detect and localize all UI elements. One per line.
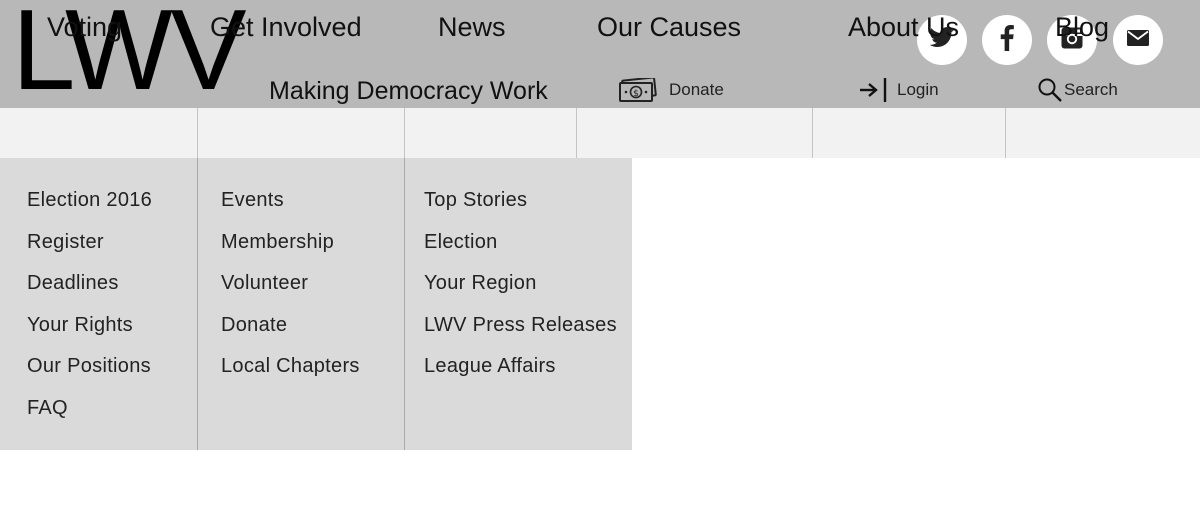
- nav-our-causes[interactable]: Our Causes: [597, 0, 741, 50]
- nav-voting[interactable]: Voting: [47, 0, 122, 50]
- nav-divider: [404, 108, 405, 158]
- svg-text:$: $: [633, 89, 639, 99]
- dropdown-item-membership[interactable]: Membership: [221, 228, 360, 270]
- dropdown-item-faq[interactable]: FAQ: [27, 394, 152, 436]
- nav-divider: [1005, 108, 1006, 158]
- main-nav: [0, 108, 1200, 158]
- dropdown-news-list: Top Stories Election Your Region LWV Pre…: [424, 186, 617, 394]
- email-icon: [1126, 29, 1150, 52]
- dropdown-item-election[interactable]: Election: [424, 228, 617, 270]
- search-link[interactable]: Search: [1037, 77, 1118, 103]
- email-button[interactable]: [1113, 15, 1163, 65]
- facebook-button[interactable]: [982, 15, 1032, 65]
- dropdown-item-top-stories[interactable]: Top Stories: [424, 186, 617, 228]
- facebook-icon: [1000, 24, 1014, 56]
- dropdown-divider: [404, 158, 405, 450]
- dropdown-item-league-affairs[interactable]: League Affairs: [424, 352, 617, 394]
- dropdown-item-our-positions[interactable]: Our Positions: [27, 352, 152, 394]
- dropdown-item-local-chapters[interactable]: Local Chapters: [221, 352, 360, 394]
- dropdown-item-election-2016[interactable]: Election 2016: [27, 186, 152, 228]
- nav-news[interactable]: News: [438, 0, 506, 50]
- search-label: Search: [1064, 80, 1118, 99]
- dropdown-voting-list: Election 2016 Register Deadlines Your Ri…: [27, 186, 152, 436]
- dropdown-item-volunteer[interactable]: Volunteer: [221, 269, 360, 311]
- site-tagline: Making Democracy Work: [269, 77, 548, 105]
- nav-blog[interactable]: Blog: [1055, 0, 1109, 50]
- dropdown-get-involved-list: Events Membership Volunteer Donate Local…: [221, 186, 360, 394]
- nav-divider: [576, 108, 577, 158]
- nav-about-us[interactable]: About Us: [848, 0, 959, 50]
- nav-divider: [197, 108, 198, 158]
- dropdown-item-deadlines[interactable]: Deadlines: [27, 269, 152, 311]
- donate-label: Donate: [669, 80, 724, 99]
- login-label: Login: [897, 80, 939, 99]
- search-icon: [1037, 77, 1063, 103]
- login-arrow-icon: [859, 77, 889, 103]
- dropdown-divider: [197, 158, 198, 450]
- donate-link[interactable]: $ Donate: [619, 77, 724, 103]
- dropdown-item-your-region[interactable]: Your Region: [424, 269, 617, 311]
- dropdown-item-register[interactable]: Register: [27, 228, 152, 270]
- nav-get-involved[interactable]: Get Involved: [210, 0, 362, 50]
- dropdown-item-events[interactable]: Events: [221, 186, 360, 228]
- dropdown-item-donate[interactable]: Donate: [221, 311, 360, 353]
- money-icon: $: [619, 78, 657, 102]
- nav-divider: [812, 108, 813, 158]
- dropdown-item-your-rights[interactable]: Your Rights: [27, 311, 152, 353]
- login-link[interactable]: Login: [859, 77, 939, 103]
- dropdown-item-lwv-press-releases[interactable]: LWV Press Releases: [424, 311, 617, 353]
